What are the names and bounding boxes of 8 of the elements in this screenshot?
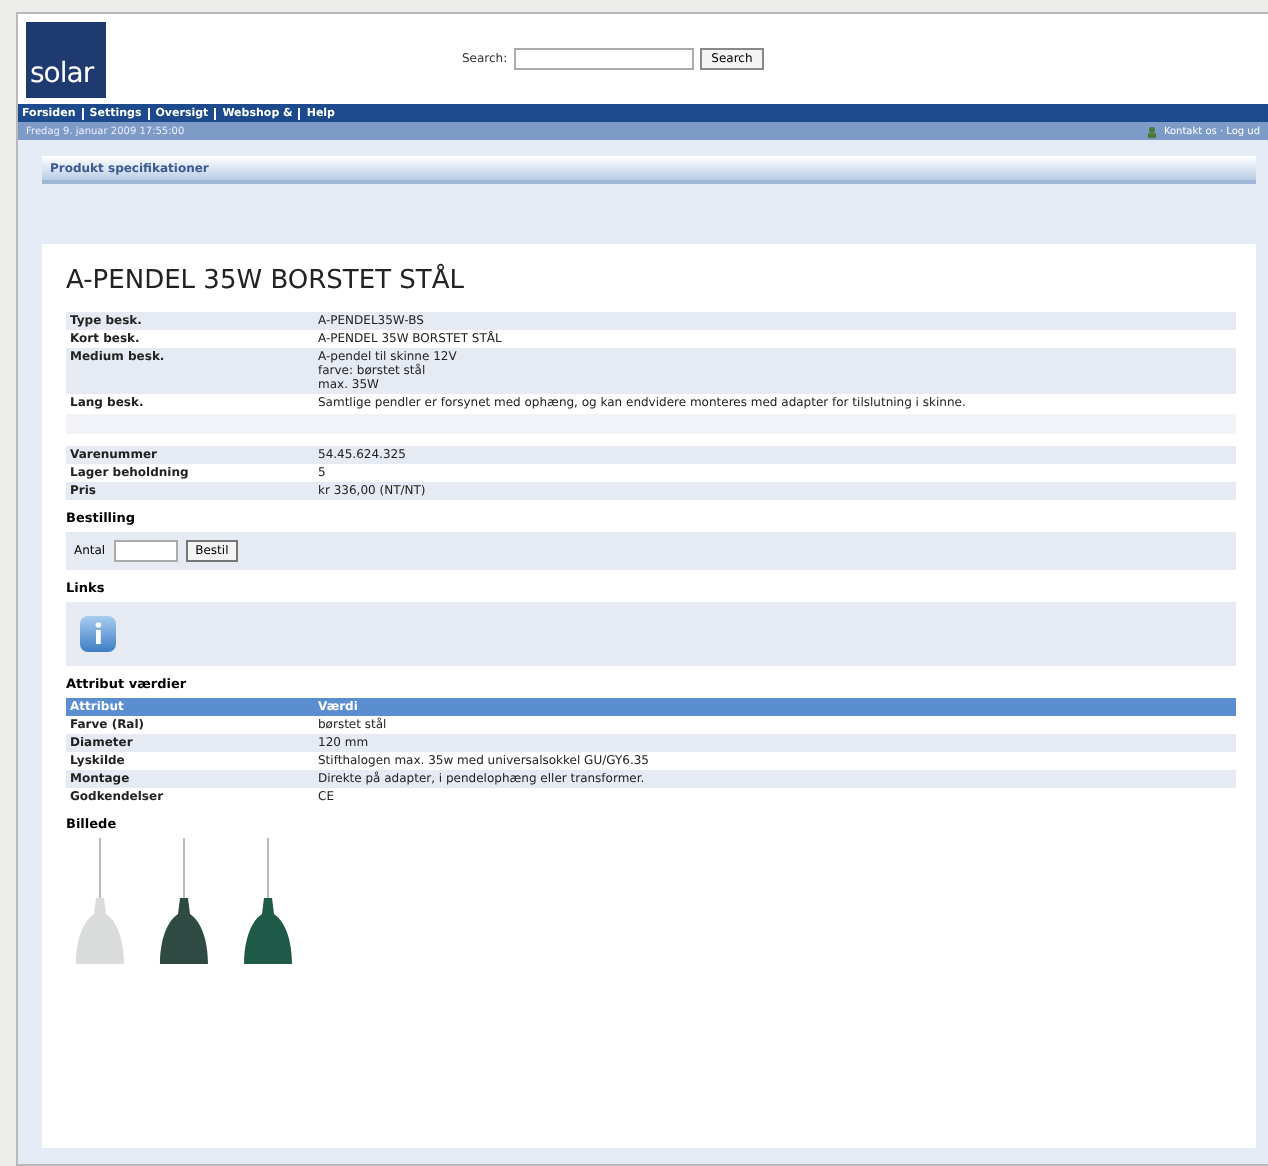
quantity-field[interactable] [113,540,178,562]
pendant-lamp-image[interactable] [242,838,294,966]
logo[interactable]: solar [26,21,106,97]
user-icon [1145,125,1158,137]
search-field[interactable] [513,48,694,70]
product-title: A-PENDEL 35W BORSTET STÅL [66,266,466,296]
pendant-lamp-image[interactable] [158,838,210,966]
info-icon[interactable] [78,614,118,654]
